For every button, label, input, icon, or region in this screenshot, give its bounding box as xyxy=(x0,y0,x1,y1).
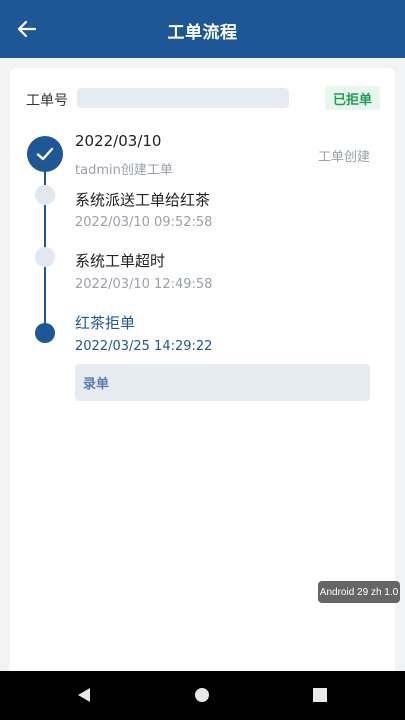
timeline-node-current xyxy=(35,323,55,343)
order-number-label: 工单号 xyxy=(26,93,68,109)
timeline-node-done xyxy=(27,136,63,172)
system-nav-bar xyxy=(0,671,405,720)
page-title: 工单流程 xyxy=(167,23,238,43)
square-recent-icon xyxy=(313,688,327,702)
nav-home-button[interactable] xyxy=(192,685,212,705)
nav-back-button[interactable] xyxy=(74,685,94,705)
nav-recent-button[interactable] xyxy=(310,685,330,705)
timeline-item-title: 2022/03/10 xyxy=(75,132,162,150)
timeline-item-title: 系统派送工单给红茶 xyxy=(75,191,211,209)
triangle-back-icon xyxy=(78,688,90,702)
timeline-item-sub: 2022/03/25 14:29:22 xyxy=(75,339,213,354)
order-number-row: 工单号 已拒单 xyxy=(26,86,380,110)
app-bar: 工单流程 xyxy=(0,0,405,58)
version-toast: Android 29 zh 1.0 xyxy=(318,581,400,603)
timeline-item-title: 系统工单超时 xyxy=(75,252,166,270)
record-entry-button[interactable]: 录单 xyxy=(75,364,370,401)
timeline-item-sub: 2022/03/10 09:52:58 xyxy=(75,215,213,230)
timeline-item-sub: tadmin创建工单 xyxy=(75,163,173,178)
timeline-node-pending xyxy=(35,247,55,267)
checkmark-icon xyxy=(36,147,54,161)
order-number-field xyxy=(77,88,289,108)
timeline-item-tag: 工单创建 xyxy=(317,150,370,165)
circle-home-icon xyxy=(195,688,209,702)
status-badge: 已拒单 xyxy=(324,86,380,110)
timeline-node-pending xyxy=(35,185,55,205)
timeline-item-sub: 2022/03/10 12:49:58 xyxy=(75,277,213,292)
timeline-item-title: 红茶拒单 xyxy=(75,314,136,332)
